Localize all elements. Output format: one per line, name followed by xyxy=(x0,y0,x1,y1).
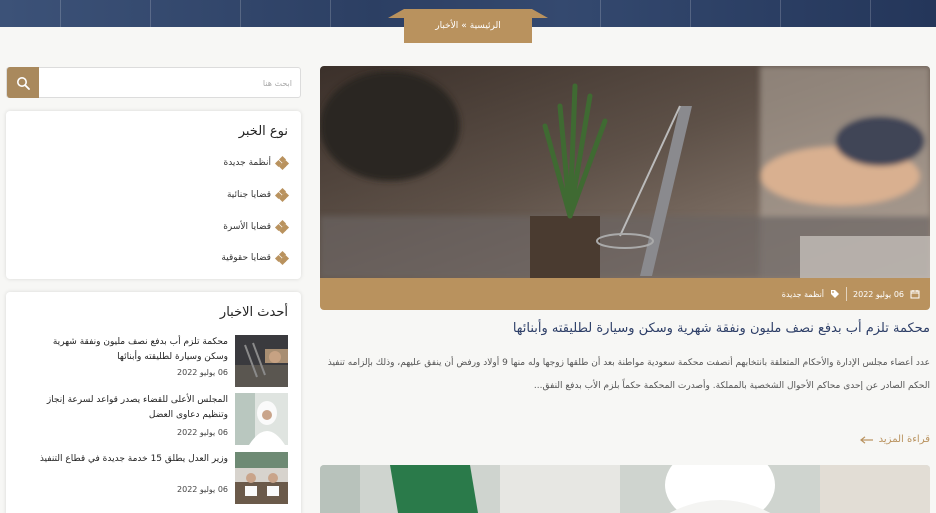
latest-news-item[interactable]: محكمة تلزم أب بدفع نصف مليون ونفقة شهرية… xyxy=(35,335,288,388)
news-thumbnail xyxy=(235,335,288,387)
news-item-date: 06 يوليو 2022 xyxy=(177,485,228,494)
diamond-icon xyxy=(274,187,290,203)
breadcrumb-home[interactable]: الرئيسية xyxy=(470,21,501,31)
article-category[interactable]: أنظمة جديدة xyxy=(782,290,824,299)
category-link[interactable]: قضايا جنائية xyxy=(226,187,290,203)
article-title[interactable]: محكمة تلزم أب بدفع نصف مليون ونفقة شهرية… xyxy=(320,321,930,336)
diamond-icon xyxy=(274,219,290,235)
meta-divider xyxy=(846,287,848,301)
news-item-date: 06 يوليو 2022 xyxy=(177,428,228,437)
news-thumbnail xyxy=(235,393,288,445)
calendar-icon xyxy=(910,290,920,299)
news-type-title: نوع الخبر xyxy=(238,124,288,139)
article-excerpt: عدد أعضاء مجلس الإدارة والأحكام المتعلقة… xyxy=(327,358,930,391)
search-button[interactable] xyxy=(7,67,39,98)
category-label: قضايا الأسرة xyxy=(223,222,271,232)
category-label: أنظمة جديدة xyxy=(223,158,271,168)
article-image[interactable] xyxy=(320,465,930,513)
diamond-icon xyxy=(274,155,290,171)
breadcrumb-current: الأخبار xyxy=(435,21,459,31)
category-link[interactable]: قضايا الأسرة xyxy=(223,219,290,235)
read-more-label: قراءة المزيد xyxy=(878,434,930,445)
news-type-widget: نوع الخبر أنظمة جديدة قضايا جنائية قضايا… xyxy=(6,111,301,279)
tag-icon xyxy=(831,290,840,298)
latest-news-widget: أحدث الاخبار محكمة تلزم أب بدفع نصف مليو… xyxy=(6,292,301,513)
latest-news-item[interactable]: وزير العدل يطلق 15 خدمة جديدة في قطاع ال… xyxy=(35,452,288,505)
arrow-left-icon xyxy=(859,435,873,444)
article-meta: 06 يوليو 2022 أنظمة جديدة xyxy=(320,278,930,310)
news-thumbnail xyxy=(235,452,288,504)
category-label: قضايا جنائية xyxy=(226,190,271,200)
article-image[interactable] xyxy=(320,66,930,278)
article-date: 06 يوليو 2022 xyxy=(853,289,904,299)
latest-news-item[interactable]: المجلس الأعلى للقضاء يصدر قواعد لسرعة إن… xyxy=(35,393,288,446)
diamond-icon xyxy=(274,250,290,266)
news-item-title: محكمة تلزم أب بدفع نصف مليون ونفقة شهرية… xyxy=(52,337,228,362)
read-more-link[interactable]: قراءة المزيد xyxy=(859,434,930,445)
news-item-title: وزير العدل يطلق 15 خدمة جديدة في قطاع ال… xyxy=(39,454,228,464)
category-link[interactable]: أنظمة جديدة xyxy=(223,155,290,171)
category-link[interactable]: قضايا حقوقية xyxy=(221,250,290,266)
breadcrumb-separator: » xyxy=(461,21,467,31)
news-item-date: 06 يوليو 2022 xyxy=(177,368,228,377)
search-icon xyxy=(17,76,30,90)
breadcrumb-wing xyxy=(388,9,404,18)
breadcrumb-wing xyxy=(532,9,548,18)
news-item-title: المجلس الأعلى للقضاء يصدر قواعد لسرعة إن… xyxy=(46,395,228,420)
search-input[interactable] xyxy=(52,74,292,92)
search-box xyxy=(6,67,301,98)
breadcrumb: الرئيسية » الأخبار xyxy=(404,9,532,43)
category-label: قضايا حقوقية xyxy=(221,253,271,263)
latest-news-title: أحدث الاخبار xyxy=(219,305,288,320)
